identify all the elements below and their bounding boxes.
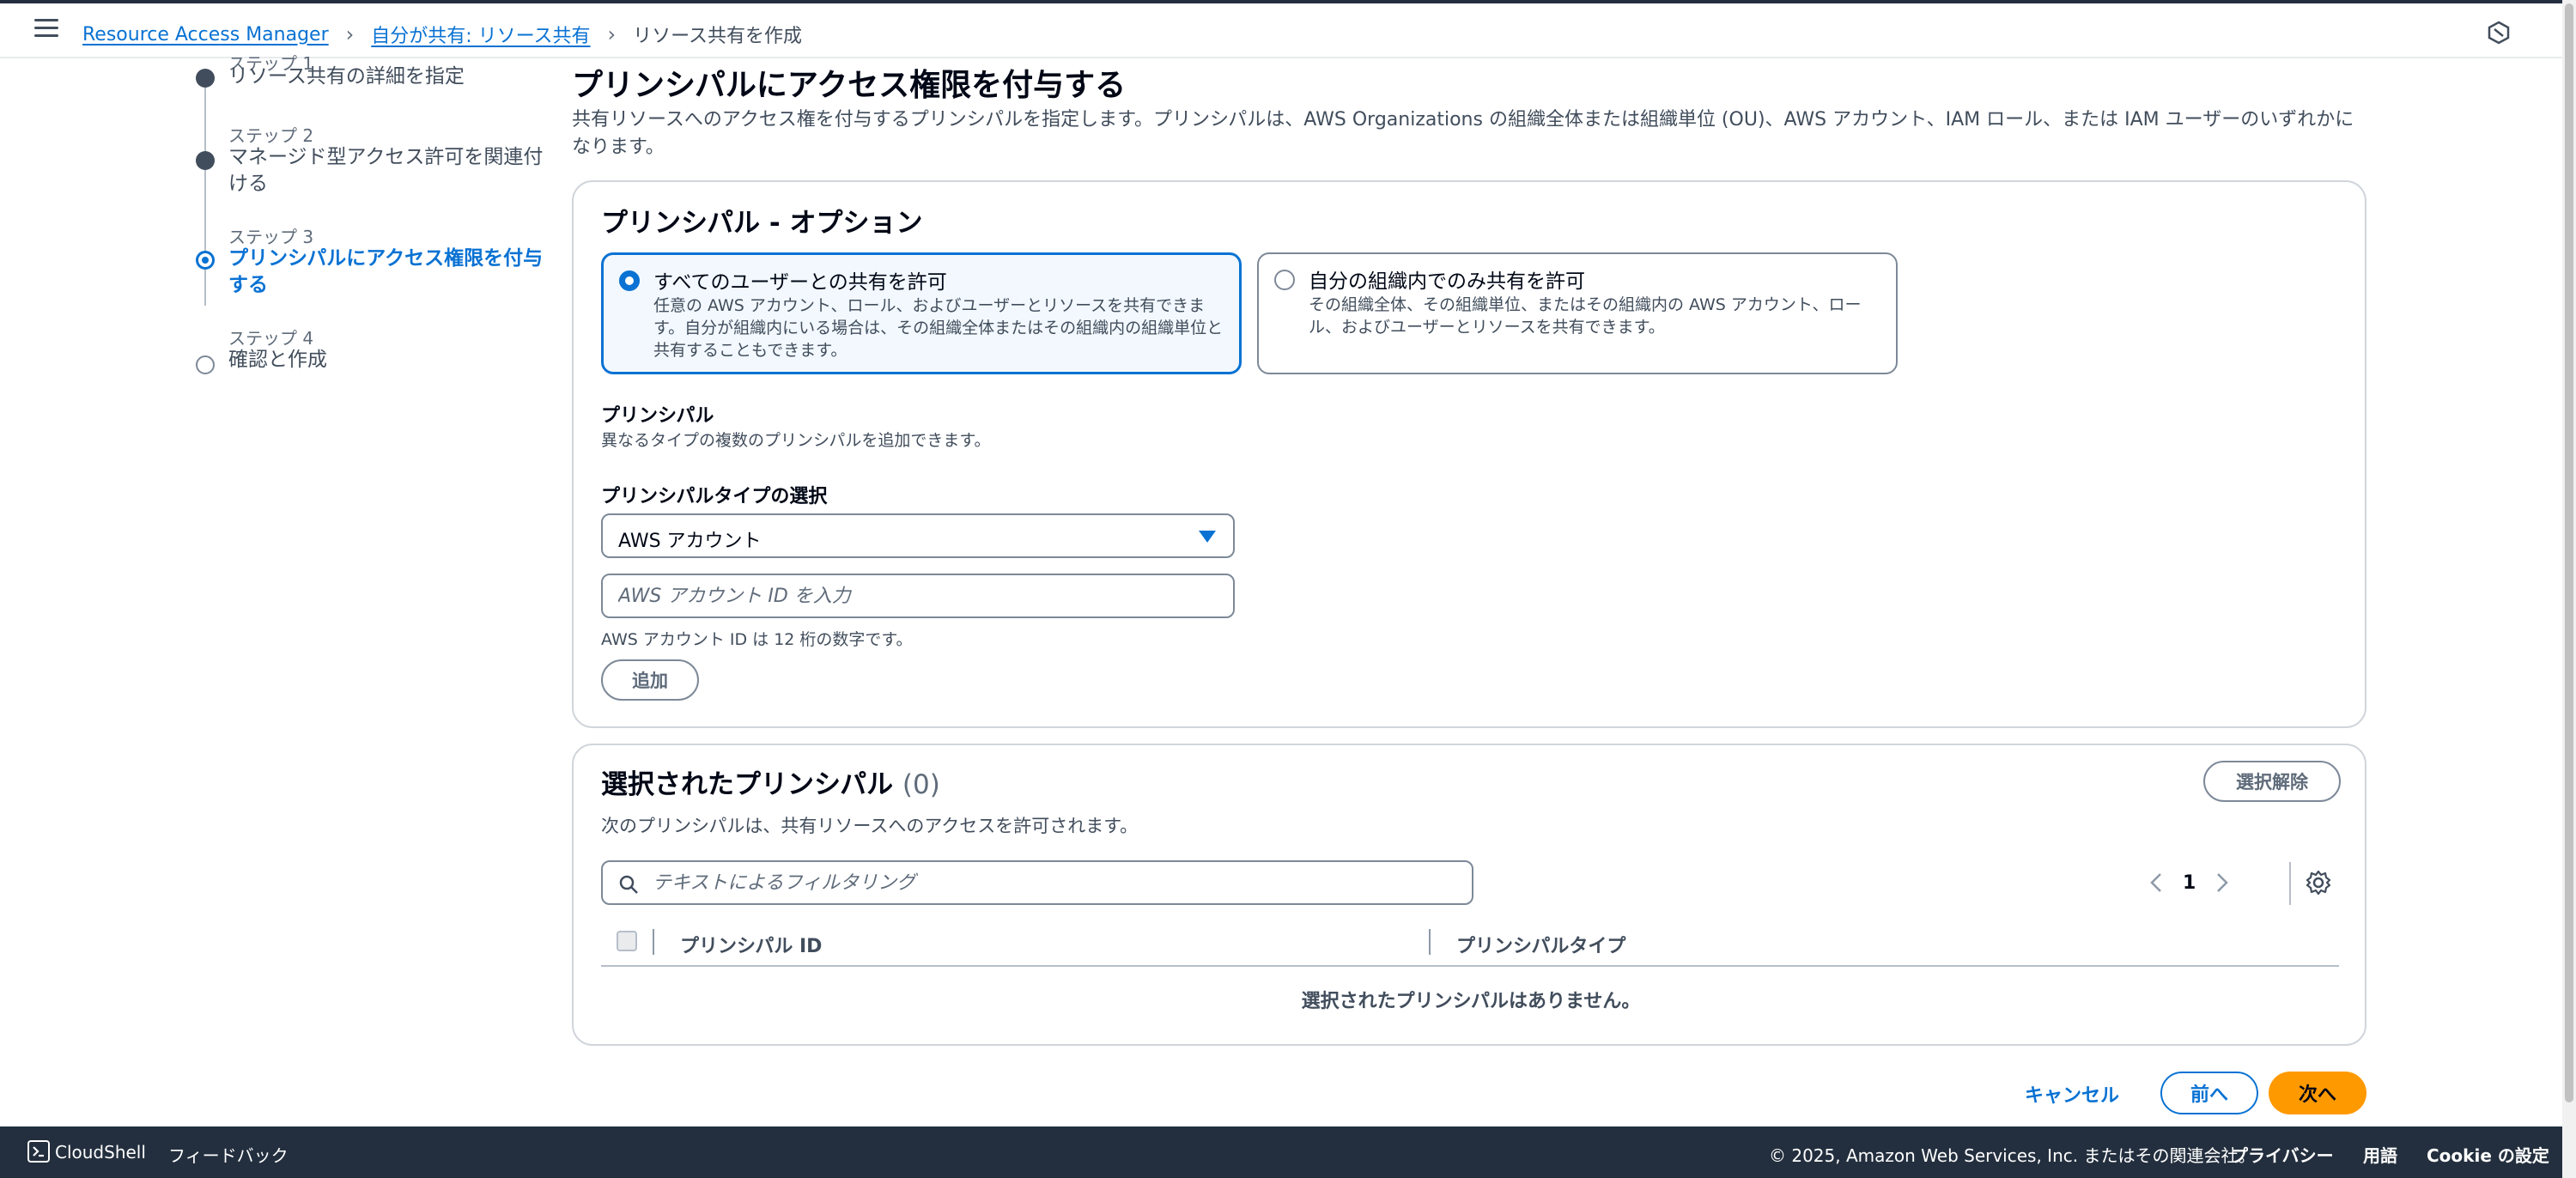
breadcrumb-current: リソース共有を作成 [633,26,803,47]
info-panel-icon[interactable] [2487,21,2511,45]
pagination: 1 [2143,864,2235,902]
step-current-icon [196,251,215,270]
step-title: リソース共有の詳細を指定 [228,65,465,88]
table-header: プリンシパル ID プリンシパルタイプ [601,917,2339,967]
scrollbar-thumb[interactable] [2565,3,2573,1102]
terms-link[interactable]: 用語 [2363,1142,2397,1167]
page-scrollbar[interactable] [2562,0,2576,1178]
step-title: プリンシパルにアクセス権限を付与する [228,247,544,296]
column-divider[interactable] [1429,929,1431,955]
section-heading: 選択されたプリンシパル (0) [601,762,940,801]
step-done-icon [196,151,215,170]
cloudshell-link[interactable]: CloudShell [55,1142,146,1163]
principals-description: 異なるタイプの複数のプリンシパルを追加できます。 [601,431,991,450]
radio-unselected[interactable] [1274,270,1295,290]
selected-principals-description: 次のプリンシパルは、共有リソースへのアクセスを許可されます。 [601,816,1139,836]
principals-label: プリンシパル [601,405,714,427]
tile-share-with-anyone[interactable]: すべてのユーザーとの共有を許可 任意の AWS アカウント、ロール、およびユーザ… [601,252,1242,374]
step-pending-icon [196,355,215,374]
search-icon [619,875,638,894]
radio-selected[interactable] [619,270,640,291]
stepper-line [204,82,206,306]
account-id-hint: AWS アカウント ID は 12 桁の数字です。 [601,630,913,649]
principal-type-select[interactable]: AWS アカウント [601,513,1235,558]
step-done-icon [196,69,215,88]
account-id-input[interactable] [601,574,1235,618]
top-navigation-bar: Resource Access Manager › 自分が共有: リソース共有 … [0,0,2562,58]
chevron-right-icon: › [607,22,617,46]
feedback-link[interactable]: フィードバック [168,1142,289,1167]
principal-type-value: AWS アカウント [618,531,762,552]
step-title: 確認と作成 [228,349,327,371]
tile-share-within-org[interactable]: 自分の組織内でのみ共有を許可 その組織全体、その組織単位、またはその組織内の A… [1257,252,1898,374]
tile-title: すべてのユーザーとの共有を許可 [653,271,947,294]
previous-button[interactable]: 前へ [2160,1072,2258,1114]
column-divider [653,929,654,955]
step-title: マネージド型アクセス許可を関連付ける [228,146,544,195]
step-label: ステップ 3 [228,227,314,247]
section-heading: プリンシパル - オプション [601,208,923,239]
tile-title: 自分の組織内でのみ共有を許可 [1309,270,1585,293]
breadcrumb-shared-by-me[interactable]: 自分が共有: リソース共有 [371,21,590,48]
selected-principals-title: 選択されたプリンシパル [601,769,894,800]
page-number[interactable]: 1 [2183,872,2196,894]
chevron-right-icon[interactable] [2209,865,2235,900]
selected-principals-container: 選択されたプリンシパル (0) 選択解除 次のプリンシパルは、共有リソースへのア… [572,744,2366,1046]
filter-box[interactable] [601,860,1473,905]
select-all-checkbox[interactable] [617,931,637,951]
column-principal-type[interactable]: プリンシパルタイプ [1456,931,1625,958]
chevron-right-icon: › [345,22,355,46]
cookie-settings-link[interactable]: Cookie の設定 [2427,1142,2549,1167]
breadcrumb: Resource Access Manager › 自分が共有: リソース共有 … [82,21,802,48]
breadcrumb-resource-access-manager[interactable]: Resource Access Manager [82,24,329,46]
gear-icon[interactable] [2305,869,2332,896]
column-principal-id[interactable]: プリンシパル ID [680,931,822,958]
selected-count: (0) [902,769,940,800]
caret-down-icon [1199,531,1216,543]
tile-description: その組織全体、その組織単位、またはその組織内の AWS アカウント、ロール、およ… [1309,295,1862,337]
empty-table-message: 選択されたプリンシパルはありません。 [1301,991,1641,1012]
divider [2289,862,2291,905]
cancel-button[interactable]: キャンセル [2025,1080,2119,1108]
footer: CloudShell フィードバック © 2025, Amazon Web Se… [0,1126,2562,1178]
tile-description: 任意の AWS アカウント、ロール、およびユーザーとリソースを共有できます。自分… [653,296,1224,360]
chevron-left-icon[interactable] [2143,865,2169,900]
page-title: プリンシパルにアクセス権限を付与する [572,68,1127,103]
add-button[interactable]: 追加 [601,659,699,701]
filter-input[interactable] [653,867,1460,898]
clear-selection-button[interactable]: 選択解除 [2203,761,2341,802]
step-label: ステップ 2 [228,125,314,146]
page-description: 共有リソースへのアクセス権を付与するプリンシパルを指定します。プリンシパルは、A… [572,109,2354,158]
step-label: ステップ 4 [228,328,314,349]
cloudshell-icon[interactable] [27,1140,50,1163]
principal-options-container: プリンシパル - オプション すべてのユーザーとの共有を許可 任意の AWS ア… [572,180,2366,728]
principal-type-label: プリンシパルタイプの選択 [601,486,828,507]
menu-icon[interactable] [34,19,58,39]
next-button[interactable]: 次へ [2269,1072,2366,1114]
copyright-text: © 2025, Amazon Web Services, Inc. またはその関… [1769,1145,2256,1166]
privacy-link[interactable]: プライバシー [2231,1142,2334,1167]
